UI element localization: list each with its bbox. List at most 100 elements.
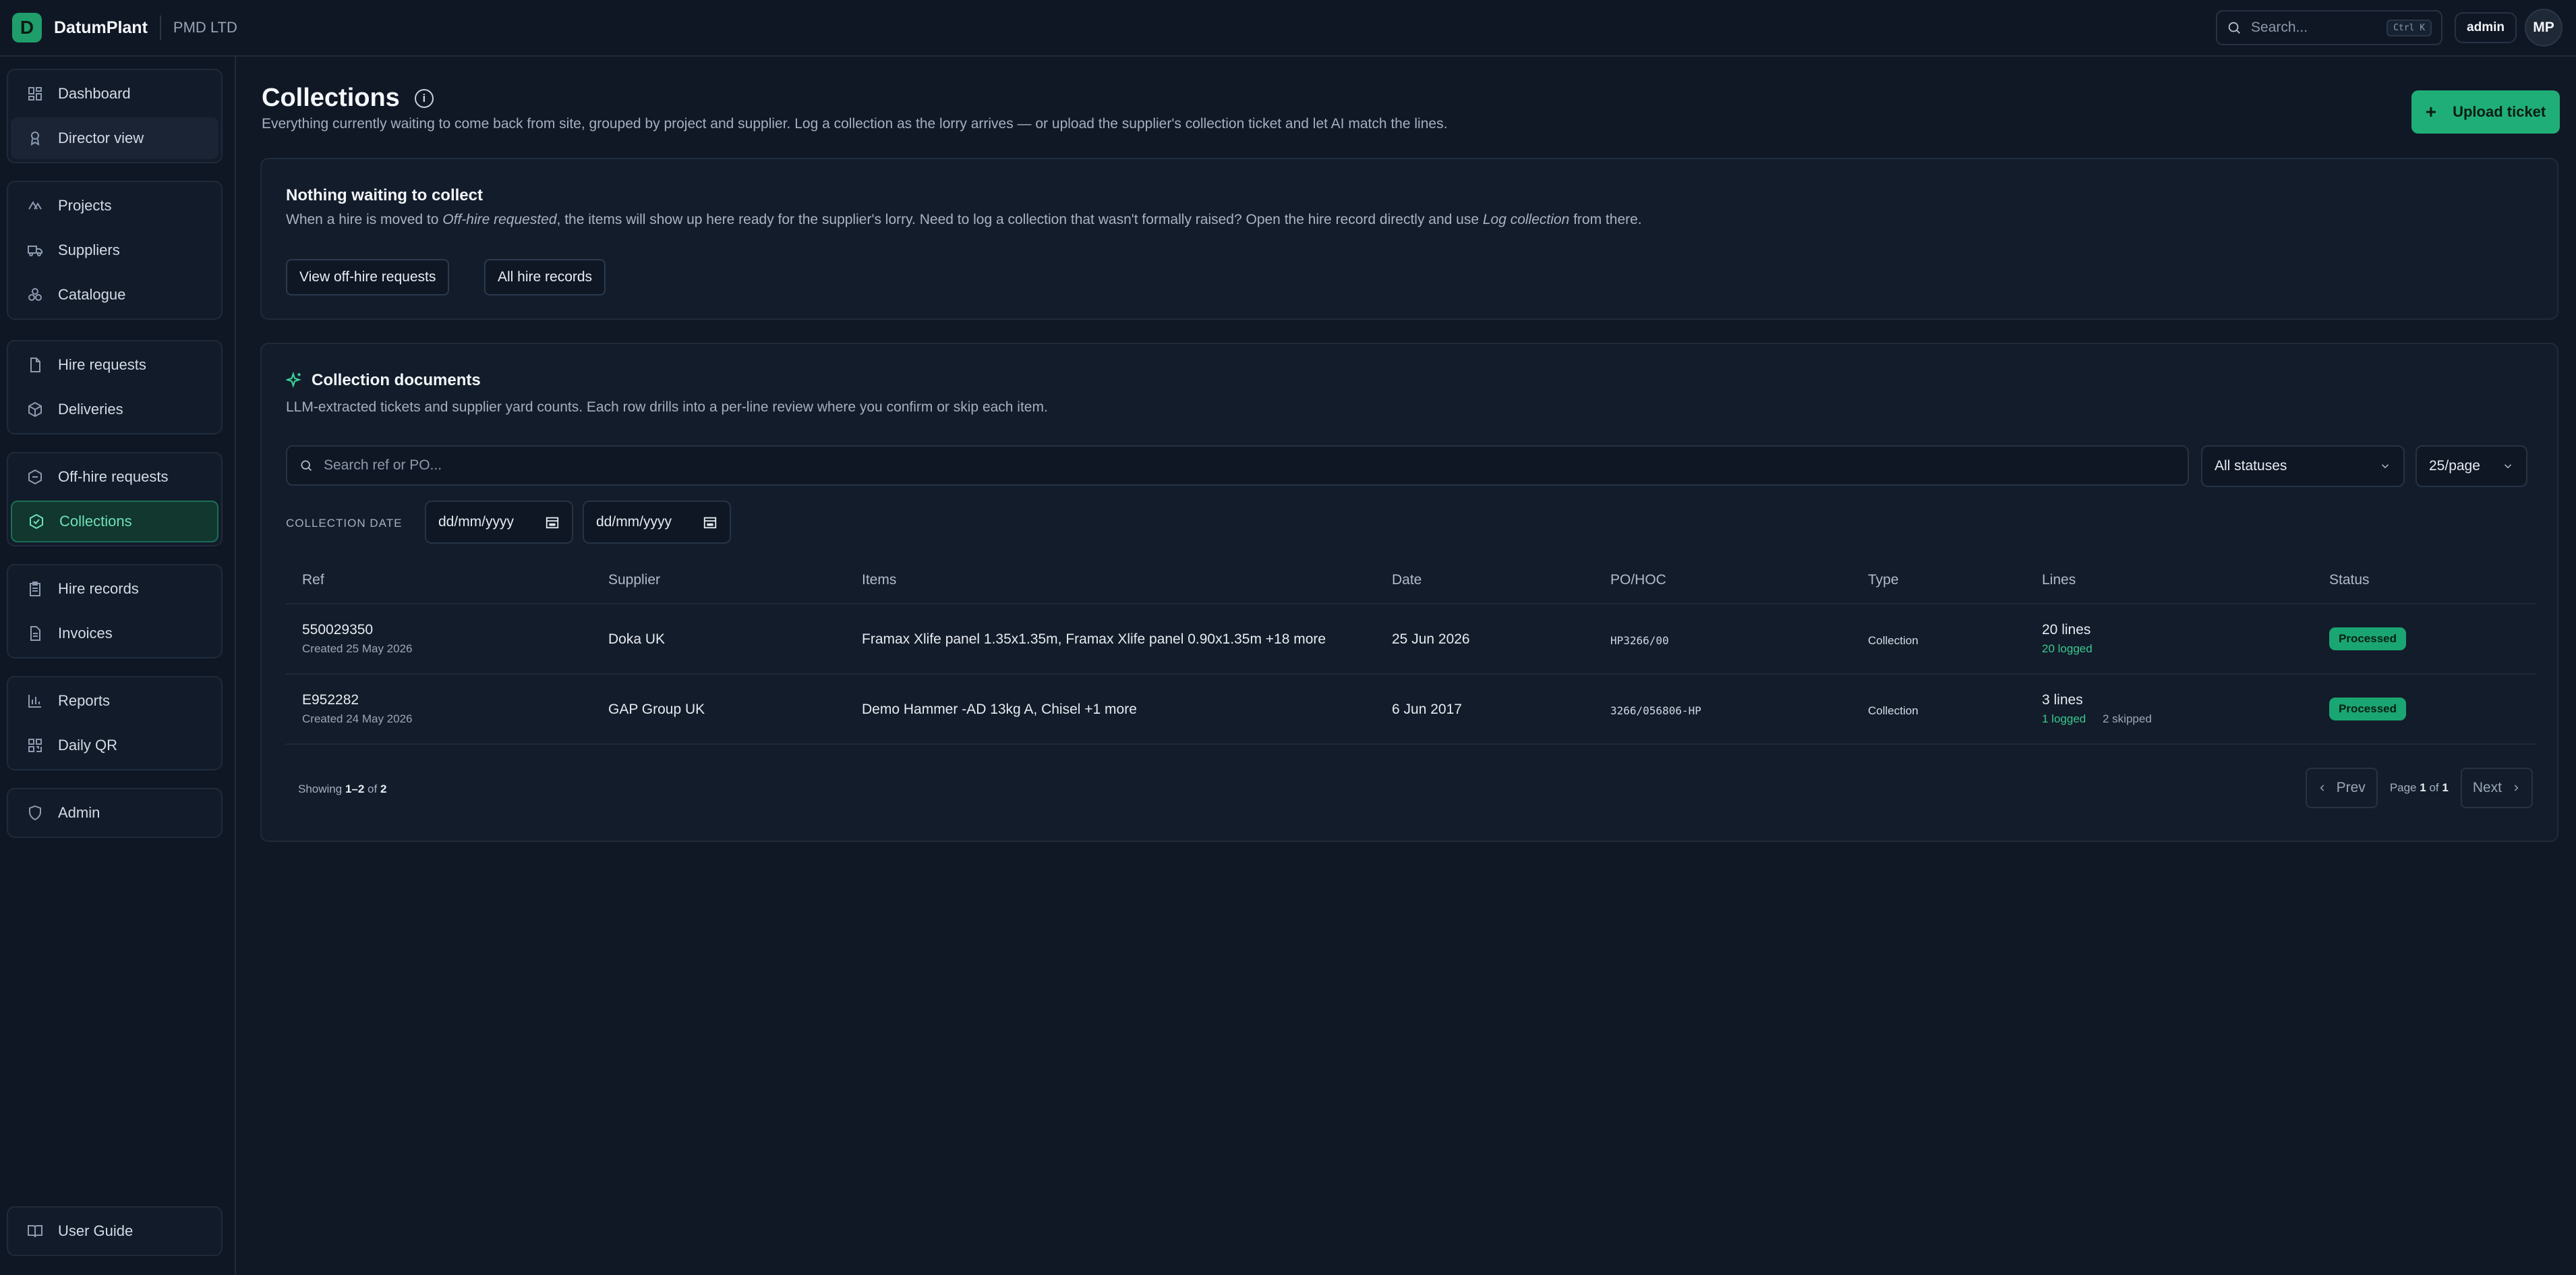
page-size-value: 25/page xyxy=(2429,458,2480,474)
book-icon xyxy=(28,1225,42,1238)
prev-page-label: Prev xyxy=(2336,780,2366,795)
collection-documents-card: Collection documents LLM-extracted ticke… xyxy=(260,343,2558,842)
date-from-input[interactable]: dd/mm/yyyy xyxy=(425,501,573,544)
chevron-down-icon xyxy=(2381,464,2389,469)
date-to-input[interactable]: dd/mm/yyyy xyxy=(583,501,731,544)
sidebar-item-dashboard[interactable]: Dashboard xyxy=(11,73,218,115)
sidebar-item-daily-qr[interactable]: Daily QR xyxy=(11,725,218,766)
user-menu[interactable]: admin xyxy=(2455,12,2517,43)
sidebar-item-label: Suppliers xyxy=(58,242,120,258)
sidebar-item-deliveries[interactable]: Deliveries xyxy=(11,389,218,430)
pagination: Prev Page 1 of 1 Next xyxy=(2305,768,2533,808)
column-header-supplier[interactable]: Supplier xyxy=(608,572,660,588)
table-row[interactable]: E952282 Created 24 May 2026 GAP Group UK… xyxy=(286,675,2536,745)
sidebar-item-user-guide[interactable]: User Guide xyxy=(11,1210,218,1252)
row-supplier: GAP Group UK xyxy=(608,702,705,717)
sidebar-group-overview: Dashboard Director view xyxy=(7,69,223,163)
sidebar-item-label: Deliveries xyxy=(58,401,123,418)
table-header-row: Ref Supplier Items Date PO/HOC Type Line… xyxy=(286,556,2536,604)
sidebar-item-collections[interactable]: Collections xyxy=(11,501,218,542)
column-header-type[interactable]: Type xyxy=(1868,572,1899,588)
collection-documents-header: Collection documents xyxy=(286,371,481,390)
prev-page-button[interactable]: Prev xyxy=(2305,768,2378,808)
brand-logo: D xyxy=(12,13,42,42)
search-icon xyxy=(301,460,312,472)
chevron-left-icon xyxy=(2320,785,2324,791)
sidebar-item-hire-records[interactable]: Hire records xyxy=(11,568,218,610)
director-icon xyxy=(30,132,40,146)
document-search-input[interactable]: Search ref or PO... xyxy=(286,445,2189,486)
sidebar-item-invoices[interactable]: Invoices xyxy=(11,613,218,654)
sidebar-item-catalogue[interactable]: Catalogue xyxy=(11,274,218,316)
collection-documents-table: Ref Supplier Items Date PO/HOC Type Line… xyxy=(286,556,2536,745)
row-created: Created 24 May 2026 xyxy=(302,712,413,725)
sidebar-item-suppliers[interactable]: Suppliers xyxy=(11,229,218,271)
row-logged: 20 logged xyxy=(2042,642,2092,655)
sidebar-item-reports[interactable]: Reports xyxy=(11,680,218,722)
all-hire-records-button[interactable]: All hire records xyxy=(484,259,606,295)
column-header-po-hoc[interactable]: PO/HOC xyxy=(1610,572,1666,588)
page-size-select[interactable]: 25/page xyxy=(2416,445,2527,487)
column-header-ref[interactable]: Ref xyxy=(302,572,324,588)
summary-text: Showing xyxy=(298,783,345,795)
sidebar-item-admin[interactable]: Admin xyxy=(11,792,218,834)
shield-icon xyxy=(29,805,41,821)
brand[interactable]: D DatumPlant PMD LTD xyxy=(12,13,237,42)
upload-ticket-button[interactable]: + Upload ticket xyxy=(2411,90,2560,134)
search-shortcut: Ctrl K xyxy=(2387,19,2432,36)
sidebar-group-hire: Hire requests Deliveries xyxy=(7,340,223,434)
page-current: 1 xyxy=(2420,781,2426,794)
dashboard-icon xyxy=(28,87,42,101)
next-page-label: Next xyxy=(2472,780,2502,795)
sidebar-item-director-view[interactable]: Director view xyxy=(11,117,218,159)
page-total: 1 xyxy=(2442,781,2449,794)
collection-documents-title: Collection documents xyxy=(312,371,481,389)
invoice-icon xyxy=(30,626,40,641)
calendar-icon xyxy=(703,517,717,529)
sidebar-item-label: Hire requests xyxy=(58,356,146,373)
view-off-hire-requests-button[interactable]: View off-hire requests xyxy=(286,259,450,295)
sidebar-item-label: Reports xyxy=(58,692,111,709)
empty-state-title: Nothing waiting to collect xyxy=(286,186,483,204)
sidebar-item-label: Hire records xyxy=(58,580,139,597)
row-logged: 1 logged xyxy=(2042,712,2086,725)
sidebar-item-hire-requests[interactable]: Hire requests xyxy=(11,344,218,386)
page-title: Collections xyxy=(262,84,400,112)
row-items: Framax Xlife panel 1.35x1.35m, Framax Xl… xyxy=(862,631,1326,647)
sidebar-item-label: Daily QR xyxy=(58,737,118,754)
pagination-summary: Showing 1–2 of 2 xyxy=(298,783,386,796)
sidebar-item-label: Director view xyxy=(58,130,144,146)
status-filter-select[interactable]: All statuses xyxy=(2201,445,2405,487)
box-icon xyxy=(28,401,42,418)
global-search-placeholder: Search... xyxy=(2251,20,2308,35)
sidebar-item-label: Invoices xyxy=(58,625,113,642)
row-skipped: 2 skipped xyxy=(2103,712,2152,725)
sidebar-group-reports: Reports Daily QR xyxy=(7,676,223,770)
row-items: Demo Hammer -AD 13kg A, Chisel +1 more xyxy=(862,702,1137,717)
document-search-placeholder: Search ref or PO... xyxy=(324,457,442,473)
upload-ticket-label: Upload ticket xyxy=(2453,103,2546,120)
column-header-status[interactable]: Status xyxy=(2329,572,2370,588)
sidebar-item-label: Admin xyxy=(58,804,100,821)
row-po: 3266/056806-HP xyxy=(1610,704,1701,717)
info-icon[interactable]: i xyxy=(414,88,434,108)
date-to-value: dd/mm/yyyy xyxy=(596,514,672,530)
sidebar-item-label: Catalogue xyxy=(58,286,126,303)
column-header-date[interactable]: Date xyxy=(1392,572,1422,588)
sparkle-icon xyxy=(286,372,301,389)
next-page-button[interactable]: Next xyxy=(2460,768,2533,808)
chevron-down-icon xyxy=(2504,464,2512,469)
row-ref: E952282 xyxy=(302,692,359,708)
document-icon xyxy=(30,358,40,372)
row-supplier: Doka UK xyxy=(608,631,666,647)
date-from-value: dd/mm/yyyy xyxy=(438,514,515,530)
sidebar-item-off-hire-requests[interactable]: Off-hire requests xyxy=(11,456,218,498)
table-row[interactable]: 550029350 Created 25 May 2026 Doka UK Fr… xyxy=(286,604,2536,675)
column-header-items[interactable]: Items xyxy=(862,572,896,588)
column-header-lines[interactable]: Lines xyxy=(2042,572,2076,588)
avatar[interactable]: MP xyxy=(2525,9,2563,47)
global-search[interactable]: Search... Ctrl K xyxy=(2216,10,2443,45)
sidebar-group-admin: Admin xyxy=(7,788,223,838)
sidebar-item-projects[interactable]: Projects xyxy=(11,185,218,227)
collection-date-label: COLLECTION DATE xyxy=(286,517,403,530)
